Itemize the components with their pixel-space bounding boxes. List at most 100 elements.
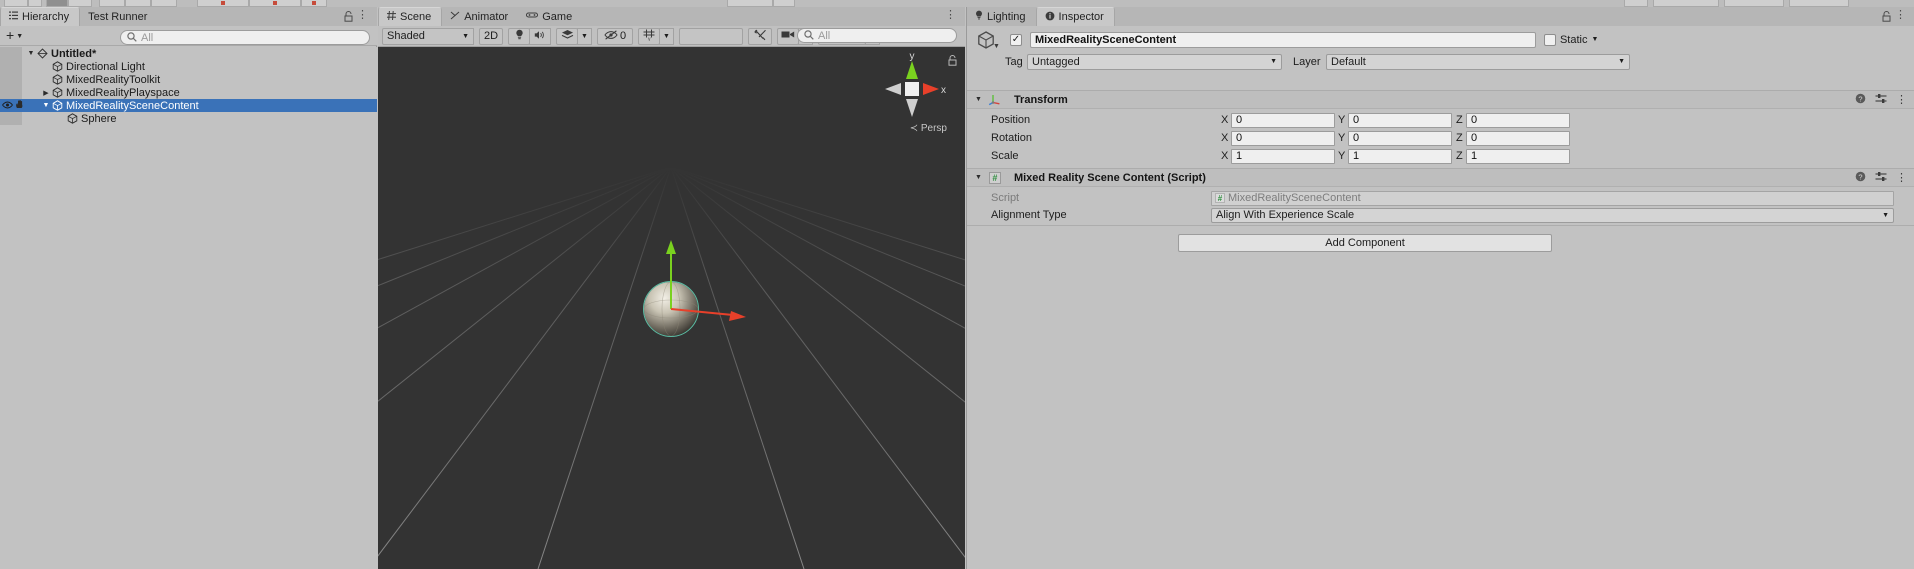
- toolbar-btn-6[interactable]: [125, 0, 151, 7]
- tools-icon: [754, 29, 767, 44]
- hierarchy-lock-icon[interactable]: [344, 11, 353, 25]
- hierarchy-tree[interactable]: ▼Untitled*Directional LightMixedRealityT…: [0, 47, 377, 569]
- scene-view-lock-icon[interactable]: [948, 55, 957, 69]
- toolbar-layers-button[interactable]: [1653, 0, 1719, 7]
- foldout-closed-icon[interactable]: ▶: [41, 89, 51, 97]
- toolbar-play-button[interactable]: [197, 0, 249, 7]
- preset-icon[interactable]: [1875, 93, 1887, 107]
- transform-position-z-input[interactable]: 0: [1466, 113, 1570, 128]
- hierarchy-row-gutter: [0, 73, 22, 86]
- scene-hidden-objects-toggle[interactable]: 0: [597, 28, 633, 45]
- tab-animator[interactable]: Animator: [442, 7, 518, 26]
- eye-icon[interactable]: [2, 101, 13, 111]
- hierarchy-item-mixedrealityplayspace[interactable]: ▶MixedRealityPlayspace: [0, 86, 377, 99]
- toolbar-btn-2[interactable]: [28, 0, 42, 7]
- gameobject-icon: [51, 74, 63, 85]
- layer-dropdown[interactable]: Default ▼: [1326, 54, 1630, 70]
- scene-orientation-gizmo[interactable]: y x: [877, 53, 947, 125]
- hierarchy-create-button[interactable]: + ▼: [6, 28, 23, 42]
- transform-rotation-z-input[interactable]: 0: [1466, 131, 1570, 146]
- transform-scale-y-input[interactable]: 1: [1348, 149, 1452, 164]
- scene-audio-toggle[interactable]: [529, 28, 551, 45]
- chevron-down-icon[interactable]: ▼: [1591, 36, 1598, 43]
- hierarchy-item-untitled[interactable]: ▼Untitled*: [0, 47, 377, 60]
- scene-projection-label[interactable]: ≺ Persp: [910, 123, 947, 134]
- scene-tools-button[interactable]: [748, 28, 772, 45]
- toolbar-collab-button[interactable]: [727, 0, 773, 7]
- alignment-type-dropdown[interactable]: Align With Experience Scale ▼: [1211, 208, 1894, 223]
- object-enabled-checkbox[interactable]: ✓: [1010, 34, 1022, 46]
- transform-position-x-input[interactable]: 0: [1231, 113, 1335, 128]
- foldout-open-icon[interactable]: ▼: [26, 50, 36, 57]
- hierarchy-menu-icon[interactable]: ⋮: [357, 10, 368, 21]
- hierarchy-search-input[interactable]: All: [120, 30, 370, 45]
- scene-lighting-toggle[interactable]: [508, 28, 530, 45]
- inspector-lock-icon[interactable]: [1882, 11, 1891, 25]
- transform-scale-x-input[interactable]: 1: [1231, 149, 1335, 164]
- add-component-button[interactable]: Add Component: [1178, 234, 1552, 252]
- help-icon[interactable]: ?: [1855, 171, 1866, 185]
- toolbar-btn-5[interactable]: [99, 0, 125, 7]
- component-title-transform: Transform: [1014, 94, 1068, 106]
- toolbar-extra-button[interactable]: [1789, 0, 1849, 7]
- hierarchy-item-sphere[interactable]: Sphere: [0, 112, 377, 125]
- foldout-open-icon[interactable]: ▼: [975, 174, 982, 181]
- visibility-toggle-group[interactable]: [2, 99, 25, 112]
- tag-dropdown[interactable]: Untagged ▼: [1027, 54, 1282, 70]
- scene-search-input[interactable]: All: [797, 28, 957, 43]
- toolbar-btn-3[interactable]: [46, 0, 68, 7]
- scene-menu-icon[interactable]: ⋮: [945, 10, 956, 21]
- scene-fx-toggle[interactable]: [556, 28, 578, 45]
- component-header-transform[interactable]: ▼ Transform ?: [967, 90, 1914, 109]
- scene-grid-toggle[interactable]: y: [638, 28, 660, 45]
- component-header-script[interactable]: ▼ # Mixed Reality Scene Content (Script)…: [967, 168, 1914, 187]
- scene-grid-dropdown[interactable]: ▼: [659, 28, 674, 45]
- transform-scale-z-input[interactable]: 1: [1466, 149, 1570, 164]
- axis-label-y: Y: [1338, 132, 1348, 144]
- transform-position-y-input[interactable]: 0: [1348, 113, 1452, 128]
- hand-icon[interactable]: [15, 100, 25, 111]
- preset-icon[interactable]: [1875, 171, 1887, 185]
- tab-game[interactable]: Game: [518, 7, 582, 26]
- object-name-field[interactable]: MixedRealitySceneContent: [1030, 32, 1536, 48]
- toolbar-btn-7[interactable]: [151, 0, 177, 7]
- toolbar-cloud-button[interactable]: [773, 0, 795, 7]
- inspector-panel: Lighting Inspector ⋮: [966, 7, 1914, 569]
- axis-label-z: Z: [1456, 114, 1466, 126]
- hierarchy-item-mixedrealitytoolkit[interactable]: MixedRealityToolkit: [0, 73, 377, 86]
- static-checkbox[interactable]: [1544, 34, 1556, 46]
- tab-lighting[interactable]: Lighting: [967, 7, 1036, 26]
- toolbar-btn-1[interactable]: [4, 0, 28, 7]
- tab-test-runner[interactable]: Test Runner: [80, 7, 157, 26]
- script-object-field[interactable]: # MixedRealitySceneContent: [1211, 191, 1894, 206]
- scene-fx-dropdown[interactable]: ▼: [577, 28, 592, 45]
- toolbar-account-button[interactable]: [1624, 0, 1648, 7]
- gameobject-icon: [66, 113, 78, 124]
- scene-draw-mode-dropdown[interactable]: Shaded ▼: [382, 28, 474, 45]
- tab-hierarchy[interactable]: Hierarchy: [0, 7, 80, 26]
- hierarchy-item-mixedrealityscenecontent[interactable]: ▼MixedRealitySceneContent: [0, 99, 377, 112]
- foldout-open-icon[interactable]: ▼: [41, 102, 51, 109]
- kebab-icon[interactable]: ⋮: [1896, 171, 1907, 184]
- hierarchy-panel: Hierarchy Test Runner ⋮ + ▼ All: [0, 7, 377, 569]
- tab-inspector[interactable]: Inspector: [1036, 7, 1115, 26]
- camera-icon: [781, 30, 795, 42]
- transform-rotation-x-input[interactable]: 0: [1231, 131, 1335, 146]
- hierarchy-item-directional-light[interactable]: Directional Light: [0, 60, 377, 73]
- kebab-icon[interactable]: ⋮: [1896, 93, 1907, 106]
- scene-viewport[interactable]: y x ≺ Persp: [378, 47, 965, 569]
- toolbar-pause-button[interactable]: [249, 0, 301, 7]
- scene-2d-toggle[interactable]: 2D: [479, 28, 503, 45]
- toolbar-step-button[interactable]: [301, 0, 327, 7]
- tab-scene[interactable]: Scene: [378, 7, 442, 26]
- scene-camera-button[interactable]: [777, 28, 799, 45]
- toolbar-btn-4[interactable]: [68, 0, 92, 7]
- toolbar-layout-button[interactable]: [1724, 0, 1784, 7]
- foldout-open-icon[interactable]: ▼: [975, 96, 982, 103]
- gameobject-icon-dropdown[interactable]: ▼: [993, 43, 1000, 50]
- game-icon: [526, 11, 538, 22]
- inspector-menu-icon[interactable]: ⋮: [1895, 10, 1906, 21]
- static-toggle[interactable]: Static ▼: [1544, 34, 1598, 46]
- transform-rotation-y-input[interactable]: 0: [1348, 131, 1452, 146]
- help-icon[interactable]: ?: [1855, 93, 1866, 107]
